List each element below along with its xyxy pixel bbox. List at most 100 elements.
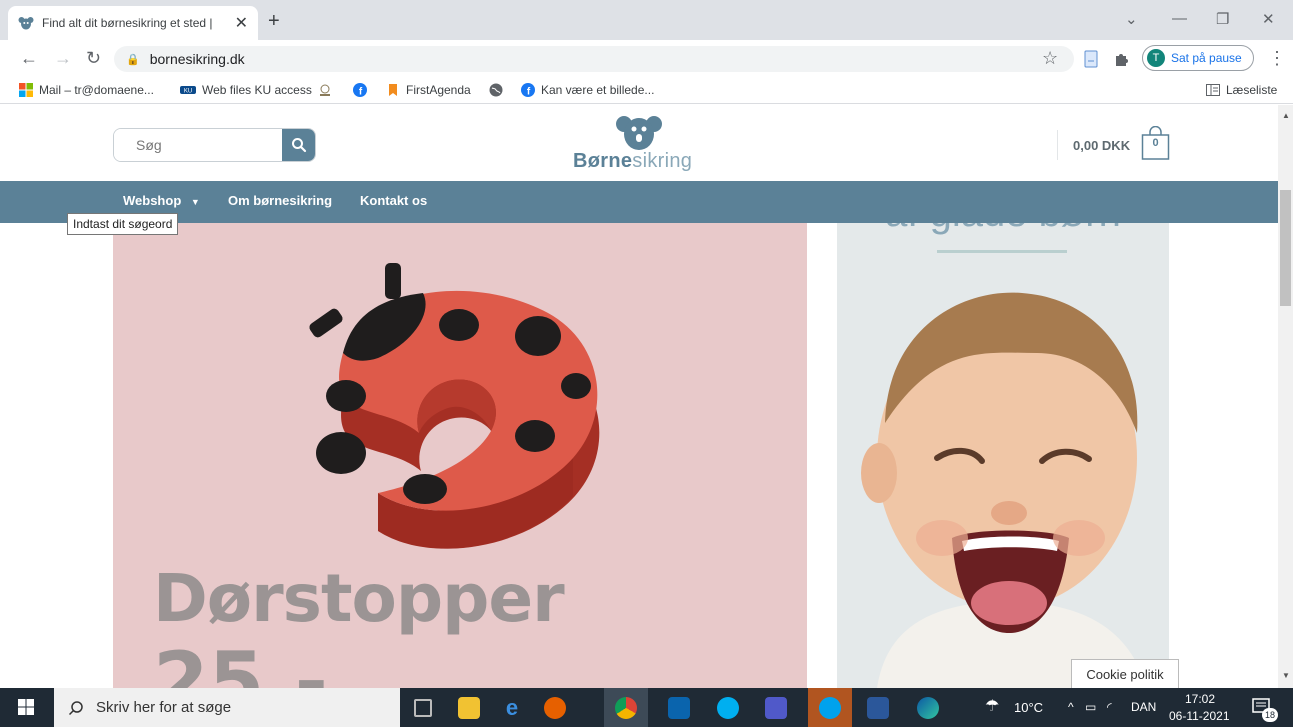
language-indicator[interactable]: DAN	[1131, 700, 1156, 714]
bookmark-label: Kan være et billede...	[541, 83, 655, 97]
document-extension-icon[interactable]	[1084, 50, 1098, 68]
cart-total[interactable]: 0,00 DKK	[1073, 138, 1130, 153]
hero-title: Dørstopper	[153, 560, 565, 637]
weather-temp[interactable]: 10°C	[1014, 700, 1043, 715]
caret-down-icon: ▼	[190, 197, 200, 207]
edge-icon[interactable]	[917, 697, 939, 719]
scrollbar-thumb[interactable]	[1280, 190, 1291, 306]
bookmark-star-icon[interactable]: ☆	[1042, 49, 1058, 67]
logo-light-text: sikring	[632, 150, 693, 172]
clock-time[interactable]: 17:02	[1185, 692, 1215, 706]
laughing-baby-image	[861, 292, 1147, 688]
logo-bold-text: Børne	[573, 150, 633, 172]
bookmark-label: Web files KU access	[202, 83, 312, 97]
internet-explorer-icon[interactable]: e	[501, 697, 523, 719]
lock-icon: 🔒	[126, 53, 140, 66]
new-tab-button[interactable]: +	[268, 11, 280, 31]
facebook-icon: f	[353, 83, 367, 97]
umbrella-weather-icon[interactable]: ☂	[985, 696, 999, 716]
bookmark-mail[interactable]: Mail – tr@domaene...	[19, 83, 154, 97]
tab-search-icon[interactable]: ⌄	[1125, 10, 1138, 28]
site-logo[interactable]: Børnesikring	[573, 150, 692, 173]
ku-icon: KU	[180, 86, 196, 95]
ladybug-doorstop-image	[309, 263, 600, 549]
firstagenda-icon	[389, 84, 397, 96]
outlook-icon[interactable]	[668, 697, 690, 719]
hero-banner-dorstopper[interactable]: Dørstopper 25,-	[113, 223, 807, 688]
site-search-button[interactable]	[282, 129, 315, 161]
taskbar-search-placeholder: Skriv her for at søge	[96, 699, 232, 716]
koala-logo-icon[interactable]	[615, 114, 663, 152]
reading-list-icon	[1206, 84, 1220, 96]
task-view-icon[interactable]	[414, 699, 432, 717]
chevron-up-icon[interactable]: ^	[1068, 700, 1074, 714]
reading-list-button[interactable]: Læseliste	[1206, 83, 1277, 97]
site-search-input[interactable]	[114, 129, 283, 161]
hero-banner-happy-kids[interactable]: af glade børn	[837, 223, 1169, 688]
address-bar[interactable]: 🔒 bornesikring.dk	[114, 46, 1074, 72]
scroll-down-icon[interactable]: ▼	[1282, 671, 1290, 680]
hero-price: 25,-	[153, 635, 328, 688]
word-icon[interactable]	[867, 697, 889, 719]
nav-webshop[interactable]: Webshop ▼	[123, 193, 200, 208]
nav-about[interactable]: Om børnesikring	[228, 193, 332, 208]
clock-date[interactable]: 06-11-2021	[1169, 709, 1230, 723]
notification-count: 18	[1262, 708, 1278, 722]
globe-icon	[489, 83, 503, 97]
profile-button[interactable]: T Sat på pause	[1142, 45, 1254, 71]
forward-arrow-icon[interactable]: →	[54, 49, 72, 67]
skype-icon[interactable]	[717, 697, 739, 719]
chrome-icon[interactable]	[615, 697, 637, 719]
cart-count: 0	[1152, 137, 1159, 149]
menu-dots-icon[interactable]: ⋮	[1268, 49, 1286, 67]
teams-icon[interactable]	[765, 697, 787, 719]
bookmark-label: Mail – tr@domaene...	[39, 83, 154, 97]
main-nav: Webshop ▼ Om børnesikring Kontakt os	[0, 181, 1278, 223]
cookie-policy-button[interactable]: Cookie politik	[1071, 659, 1179, 689]
bookmark-firstagenda[interactable]: FirstAgenda	[386, 83, 471, 97]
microsoft-icon	[19, 83, 33, 97]
scroll-up-icon[interactable]: ▲	[1282, 111, 1290, 120]
file-explorer-icon[interactable]	[458, 697, 480, 719]
extensions-puzzle-icon[interactable]	[1113, 51, 1129, 67]
tab-title: Find alt dit børnesikring et sted |	[42, 16, 213, 30]
browser-tab[interactable]: Find alt dit børnesikring et sted | ✕	[8, 6, 258, 40]
bookmark-ku[interactable]: KU Web files KU access	[180, 83, 312, 97]
header-divider	[1057, 130, 1058, 160]
wifi-icon[interactable]: ◜	[1107, 700, 1112, 714]
tagline-underline	[937, 250, 1067, 253]
url-text: bornesikring.dk	[149, 51, 245, 67]
nav-contact[interactable]: Kontakt os	[360, 193, 427, 208]
battery-icon[interactable]: ▭	[1085, 700, 1096, 714]
seal-icon	[320, 84, 330, 96]
nav-webshop-label: Webshop	[123, 193, 182, 208]
bookmark-facebook[interactable]: f	[353, 83, 373, 97]
reload-icon[interactable]: ↻	[86, 49, 101, 67]
bookmarks-bar: Mail – tr@domaene... KU Web files KU acc…	[0, 78, 1293, 104]
reading-list-label: Læseliste	[1226, 83, 1278, 97]
back-arrow-icon[interactable]: ←	[20, 49, 38, 67]
facebook-icon: f	[521, 83, 535, 97]
site-favicon-icon	[18, 16, 34, 30]
svg-text:KU: KU	[184, 89, 192, 95]
bookmark-globe[interactable]	[489, 83, 509, 97]
close-tab-icon[interactable]: ✕	[235, 13, 248, 33]
tab-strip: Find alt dit børnesikring et sted | ✕ + …	[0, 0, 1293, 40]
search-icon	[291, 138, 306, 153]
firefox-icon[interactable]	[544, 697, 566, 719]
bookmark-facebook-image[interactable]: f Kan være et billede...	[521, 83, 654, 97]
site-search	[113, 128, 316, 162]
hero-tagline: af glade børn	[837, 223, 1169, 236]
search-icon	[68, 700, 84, 716]
restore-button[interactable]: ❐	[1216, 10, 1229, 28]
windows-start-icon[interactable]	[18, 699, 34, 715]
close-window-button[interactable]: ✕	[1262, 10, 1275, 28]
minimize-button[interactable]: —	[1172, 10, 1187, 27]
profile-status: Sat på pause	[1171, 51, 1242, 65]
bookmark-seal[interactable]	[318, 83, 338, 97]
search-tooltip: Indtast dit søgeord	[67, 213, 179, 235]
taskbar-search[interactable]: Skriv her for at søge	[54, 688, 400, 727]
profile-avatar: T	[1147, 49, 1165, 67]
skype-business-icon[interactable]	[819, 697, 841, 719]
bookmark-label: FirstAgenda	[406, 83, 471, 97]
